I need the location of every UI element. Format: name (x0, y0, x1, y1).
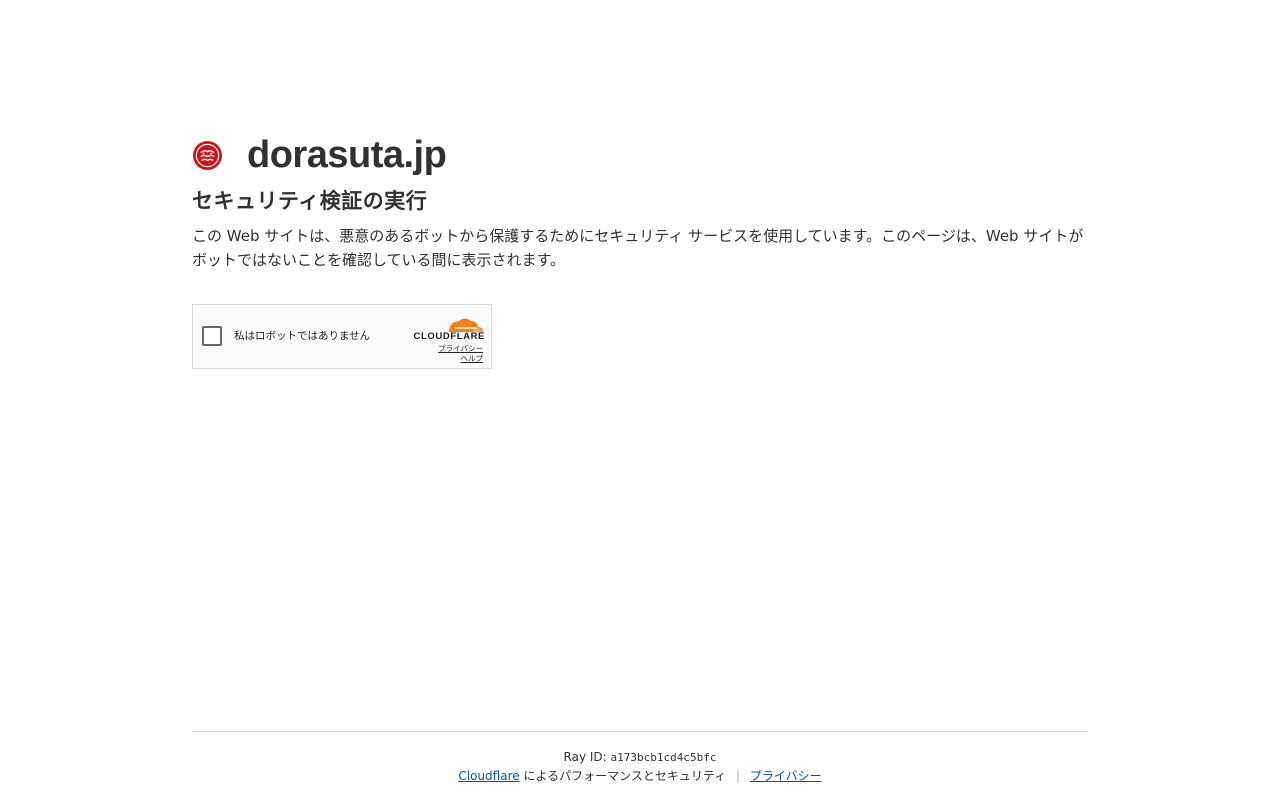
footer-divider (192, 731, 1088, 732)
turnstile-widget: 私はロボットではありません CLOUDFLARE プライバシー ヘルプ (192, 304, 492, 369)
challenge-page: dorasuta.jp セキュリティ検証の実行 この Web サイトは、悪意のあ… (0, 0, 1280, 800)
description-text: この Web サイトは、悪意のあるボットから保護するためにセキュリティ サービス… (192, 227, 1084, 269)
main-content: dorasuta.jp セキュリティ検証の実行 この Web サイトは、悪意のあ… (192, 134, 1088, 272)
performance-text: によるパフォーマンスとセキュリティ (523, 769, 727, 783)
widget-links: プライバシー ヘルプ (438, 344, 483, 364)
dorasuta-logo-icon (192, 140, 223, 170)
checkbox-label: 私はロボットではありません (234, 330, 371, 342)
site-header: dorasuta.jp (192, 134, 1088, 176)
ray-id-label: Ray ID: (563, 750, 607, 764)
widget-help-link[interactable]: ヘルプ (438, 354, 484, 364)
page-title: セキュリティ検証の実行 (192, 189, 428, 213)
ray-id-line: Ray ID: a173bcb1cd4c5bfc (192, 748, 1088, 767)
human-verification-checkbox[interactable] (202, 326, 222, 346)
site-name: dorasuta.jp (247, 134, 447, 176)
ray-id-value: a173bcb1cd4c5bfc (610, 751, 717, 764)
footer-privacy-link[interactable]: プライバシー (750, 769, 822, 783)
footer-separator: | (735, 769, 741, 783)
widget-privacy-link[interactable]: プライバシー (438, 344, 483, 354)
footer-credits: Cloudflare によるパフォーマンスとセキュリティ | プライバシー (192, 767, 1088, 785)
cloudflare-link[interactable]: Cloudflare (458, 769, 519, 783)
footer: Ray ID: a173bcb1cd4c5bfc Cloudflare によるパ… (192, 748, 1088, 785)
cloudflare-wordmark: CLOUDFLARE (413, 331, 485, 342)
